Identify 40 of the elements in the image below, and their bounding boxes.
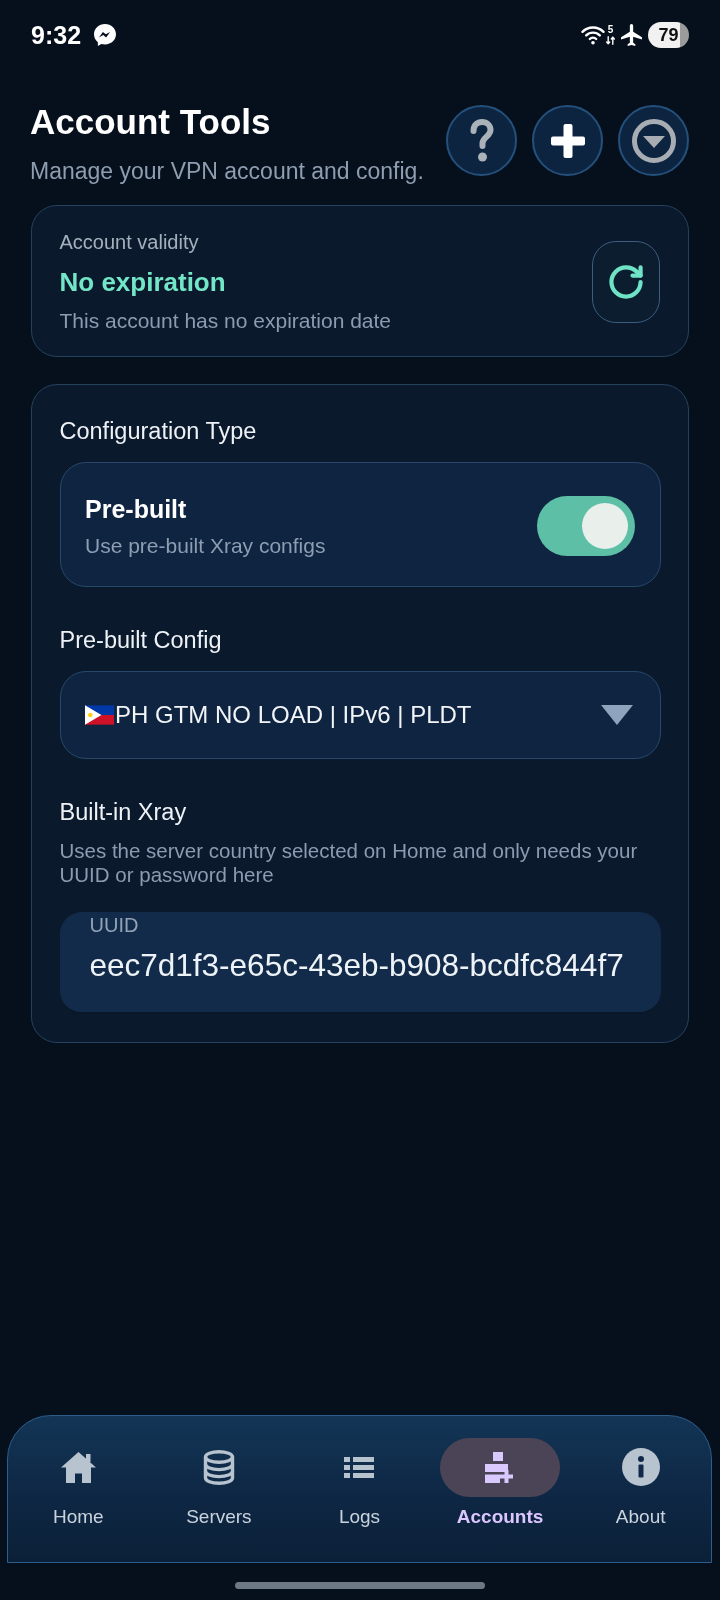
- section-heading: Configuration Type: [59, 417, 258, 445]
- database-icon: [202, 1449, 235, 1485]
- wifi-icon: [581, 25, 605, 45]
- option-description: Use pre-built Xray configs: [85, 532, 326, 559]
- question-icon: [469, 118, 494, 163]
- flag-icon: [85, 705, 114, 725]
- config-dropdown[interactable]: PH GTM NO LOAD | IPv6 | PLDT: [59, 671, 661, 759]
- option-title: Pre-built: [85, 493, 188, 524]
- nav-tab[interactable]: Home: [18, 1437, 139, 1529]
- field-value: eec7d1f3-e65c-43eb-b908-bcdfc844f7: [89, 945, 624, 984]
- airplane-icon: [621, 24, 642, 46]
- refresh-icon: [608, 265, 643, 299]
- nav-tab[interactable]: Logs: [299, 1437, 420, 1529]
- down-circle-icon: [631, 118, 676, 163]
- info-icon: [621, 1448, 660, 1486]
- chat-bubble-icon: [94, 24, 117, 46]
- plus-icon: [550, 123, 585, 158]
- page-title: Account Tools: [30, 102, 272, 142]
- section-heading: Pre-built Config: [59, 625, 223, 654]
- data-arrows-icon: [606, 36, 615, 45]
- wifi-band-label: 5: [607, 25, 614, 35]
- toggle-switch[interactable]: [537, 496, 635, 556]
- refresh-button[interactable]: [591, 241, 660, 323]
- list-icon: [344, 1456, 375, 1478]
- account-add-icon: [485, 1451, 516, 1483]
- section-heading: Built-in Xray: [59, 797, 188, 826]
- validity-label: Account validity: [59, 230, 200, 254]
- nav-tab[interactable]: Accounts: [440, 1437, 561, 1529]
- validity-status: No expiration: [59, 266, 227, 298]
- section-description: Uses the server country selected on Home and only needs your UUID or password here: [59, 839, 639, 887]
- validity-note: This account has no expiration date: [59, 308, 392, 334]
- status-time: 9:32: [31, 20, 82, 50]
- nav-tab[interactable]: About: [580, 1437, 701, 1529]
- uuid-field[interactable]: UUID eec7d1f3-e65c-43eb-b908-bcdfc844f7: [59, 911, 661, 1014]
- home-icon: [59, 1450, 97, 1484]
- nav-tab[interactable]: Servers: [158, 1437, 279, 1529]
- field-label: UUID: [89, 912, 139, 937]
- battery-indicator: 79: [648, 22, 689, 48]
- caret-icon: [599, 704, 634, 726]
- page-subtitle: Manage your VPN account and config.: [30, 157, 424, 185]
